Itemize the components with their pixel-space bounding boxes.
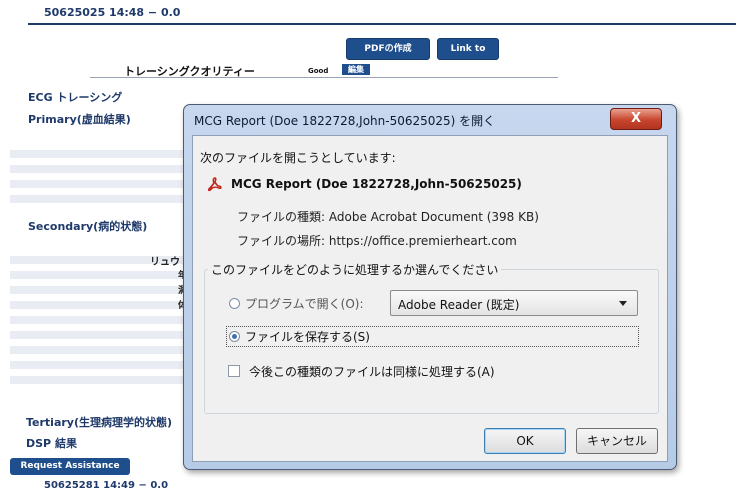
request-assistance-button[interactable]: Request Assistance bbox=[10, 458, 130, 475]
dialog-title: MCG Report (Doe 1822728,John-50625025) を… bbox=[194, 114, 496, 128]
ecg-tracing-label: ECG トレーシング bbox=[28, 91, 123, 104]
table-row bbox=[10, 165, 190, 173]
record-header: 50625025 14:48 − 0.0 bbox=[44, 6, 181, 19]
table-row bbox=[10, 180, 190, 188]
open-with-radio[interactable] bbox=[229, 298, 240, 309]
file-location-label: ファイルの場所: bbox=[237, 234, 326, 248]
table-row bbox=[10, 376, 190, 384]
open-with-select[interactable]: Adobe Reader (既定) bbox=[390, 290, 638, 316]
record-footer: 50625281 14:49 − 0.0 bbox=[44, 480, 169, 491]
dialog-body: 次のファイルを開こうとしています: MCG Report (Doe 182272… bbox=[192, 135, 668, 462]
file-location-line: ファイルの場所: https://office.premierheart.com bbox=[237, 232, 517, 249]
link-to-button[interactable]: Link to bbox=[437, 38, 499, 60]
create-pdf-button[interactable]: PDFの作成 bbox=[346, 38, 430, 60]
file-type-line: ファイルの種類: Adobe Acrobat Document (398 KB) bbox=[237, 208, 539, 225]
dialog-intro-text: 次のファイルを開こうとしています: bbox=[200, 151, 396, 165]
file-location-value: https://office.premierheart.com bbox=[328, 234, 517, 248]
table-row bbox=[10, 346, 190, 354]
open-file-dialog: MCG Report (Doe 1822728,John-50625025) を… bbox=[183, 104, 677, 470]
edit-button[interactable]: 編集 bbox=[342, 64, 370, 75]
file-name: MCG Report (Doe 1822728,John-50625025) bbox=[231, 177, 522, 191]
tertiary-label: Tertiary(生理病理学的状態) bbox=[26, 416, 173, 429]
open-with-label[interactable]: プログラムで開く(O): bbox=[245, 295, 364, 312]
remember-choice-checkbox[interactable] bbox=[228, 365, 240, 377]
save-file-radio[interactable] bbox=[229, 331, 240, 342]
table-row bbox=[10, 331, 190, 339]
table-row bbox=[10, 316, 190, 324]
secondary-label: Secondary(病的状態) bbox=[28, 220, 148, 233]
header-divider bbox=[28, 23, 736, 25]
table-row bbox=[10, 195, 190, 203]
remember-choice-label[interactable]: 今後この種類のファイルは同様に処理する(A) bbox=[249, 363, 495, 380]
primary-label: Primary(虚血結果) bbox=[28, 113, 131, 126]
table-row bbox=[10, 361, 190, 369]
cancel-button[interactable]: キャンセル bbox=[576, 428, 658, 454]
dsp-result-label: DSP 結果 bbox=[26, 437, 77, 450]
open-with-select-value: Adobe Reader (既定) bbox=[398, 298, 520, 312]
tracing-quality-underline bbox=[90, 77, 558, 78]
pdf-icon bbox=[207, 177, 222, 192]
table-row bbox=[10, 301, 190, 309]
file-type-label: ファイルの種類: bbox=[237, 210, 326, 224]
action-group-label: このファイルをどのように処理するか選んでください bbox=[208, 261, 502, 278]
file-type-value: Adobe Acrobat Document (398 KB) bbox=[328, 210, 539, 224]
save-file-label[interactable]: ファイルを保存する(S) bbox=[245, 328, 370, 345]
table-row bbox=[10, 150, 190, 158]
chevron-down-icon bbox=[619, 301, 627, 306]
tracing-quality-value: Good bbox=[308, 67, 329, 75]
table-row bbox=[10, 271, 190, 279]
ok-button[interactable]: OK bbox=[484, 428, 566, 454]
row-label: リュウ bbox=[150, 257, 180, 268]
table-row bbox=[10, 286, 190, 294]
close-button[interactable]: X bbox=[610, 108, 662, 130]
